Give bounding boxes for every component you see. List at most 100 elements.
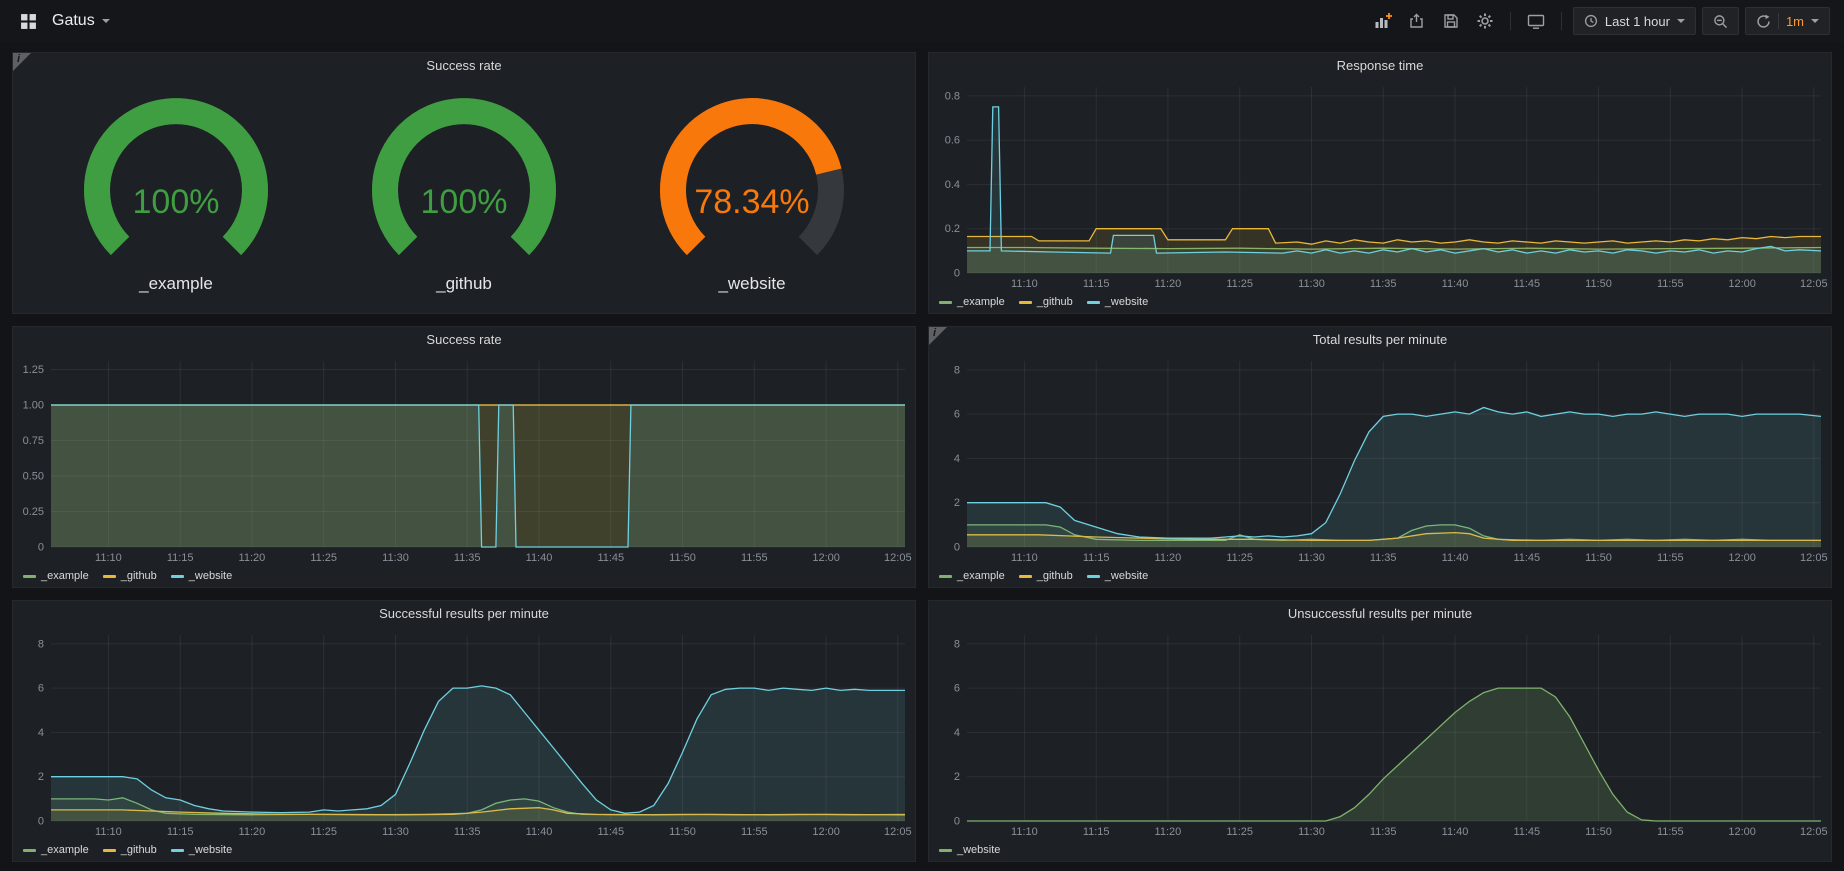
panel-title[interactable]: Successful results per minute — [13, 601, 915, 627]
legend-series-name: _example — [957, 570, 1005, 582]
svg-text:0: 0 — [954, 268, 960, 280]
svg-text:12:00: 12:00 — [812, 552, 840, 564]
dashboard-grid: i Success rate 100% _example 100% _githu… — [0, 42, 1844, 871]
series-color-swatch — [1087, 301, 1100, 304]
grid-icon[interactable] — [14, 7, 42, 35]
legend-item[interactable]: _website — [1087, 296, 1148, 308]
chart-svg: 0246811:1011:1511:2011:2511:3011:3511:40… — [929, 627, 1831, 839]
legend-item[interactable]: _example — [23, 570, 89, 582]
panel-successful-results: Successful results per minute 0246811:10… — [12, 600, 916, 862]
svg-text:0: 0 — [38, 816, 44, 828]
panel-total-results: i Total results per minute 0246811:1011:… — [928, 326, 1832, 588]
panel-response-time: Response time 00.20.40.60.811:1011:1511:… — [928, 52, 1832, 314]
svg-text:11:40: 11:40 — [1442, 278, 1469, 290]
chart-area[interactable]: 00.20.40.60.811:1011:1511:2011:2511:3011… — [929, 79, 1831, 291]
svg-text:11:15: 11:15 — [1083, 278, 1110, 290]
panel-info-corner[interactable]: i — [13, 53, 31, 71]
panel-title[interactable]: Total results per minute — [929, 327, 1831, 353]
time-range-button[interactable]: Last 1 hour — [1573, 7, 1696, 35]
svg-text:2: 2 — [954, 497, 960, 509]
legend-item[interactable]: _website — [171, 844, 232, 856]
chart-area[interactable]: 00.250.500.751.001.2511:1011:1511:2011:2… — [13, 353, 915, 565]
chart-svg: 0246811:1011:1511:2011:2511:3011:3511:40… — [13, 627, 915, 839]
series-color-swatch — [939, 849, 952, 852]
svg-text:11:10: 11:10 — [1011, 552, 1038, 564]
clock-icon — [1584, 14, 1598, 28]
gear-icon — [1477, 13, 1493, 29]
panel-info-corner[interactable]: i — [929, 327, 947, 345]
legend-series-name: _github — [1037, 296, 1073, 308]
search-minus-icon — [1713, 14, 1728, 29]
legend-item[interactable]: _website — [939, 844, 1000, 856]
svg-text:100%: 100% — [133, 183, 220, 221]
panel-title[interactable]: Unsuccessful results per minute — [929, 601, 1831, 627]
settings-button[interactable] — [1471, 7, 1499, 35]
svg-text:11:45: 11:45 — [1513, 826, 1540, 838]
panel-title[interactable]: Success rate — [13, 53, 915, 79]
svg-text:2: 2 — [38, 771, 44, 783]
series-color-swatch — [1087, 575, 1100, 578]
svg-text:12:00: 12:00 — [1728, 552, 1756, 564]
legend-item[interactable]: _website — [171, 570, 232, 582]
svg-text:12:05: 12:05 — [884, 552, 912, 564]
svg-text:11:40: 11:40 — [526, 826, 553, 838]
navbar-divider — [1510, 12, 1511, 30]
panel-title[interactable]: Response time — [929, 53, 1831, 79]
svg-text:11:50: 11:50 — [1585, 552, 1612, 564]
chart-svg: 0246811:1011:1511:2011:2511:3011:3511:40… — [929, 353, 1831, 565]
legend-item[interactable]: _website — [1087, 570, 1148, 582]
svg-text:6: 6 — [954, 683, 960, 695]
legend-item[interactable]: _example — [939, 296, 1005, 308]
chart-legend: _example _github _website — [13, 839, 915, 861]
svg-text:11:15: 11:15 — [1083, 552, 1110, 564]
chart-area[interactable]: 0246811:1011:1511:2011:2511:3011:3511:40… — [929, 353, 1831, 565]
svg-text:11:55: 11:55 — [1657, 278, 1684, 290]
svg-text:11:20: 11:20 — [239, 552, 266, 564]
svg-text:0: 0 — [954, 542, 960, 554]
save-button[interactable] — [1437, 7, 1465, 35]
svg-text:11:25: 11:25 — [1226, 552, 1253, 564]
legend-item[interactable]: _github — [1019, 296, 1073, 308]
gauges-container: 100% _example 100% _github 78.34% _websi… — [13, 79, 915, 313]
legend-series-name: _example — [41, 570, 89, 582]
svg-text:11:55: 11:55 — [741, 826, 768, 838]
gauge-example: 100% _example — [51, 94, 301, 294]
gauge-arc-holder: 100% — [51, 94, 301, 272]
zoom-out-button[interactable] — [1702, 7, 1739, 35]
svg-text:1.00: 1.00 — [23, 400, 44, 412]
time-range-label: Last 1 hour — [1605, 14, 1670, 29]
svg-text:11:40: 11:40 — [526, 552, 553, 564]
chart-area[interactable]: 0246811:1011:1511:2011:2511:3011:3511:40… — [929, 627, 1831, 839]
svg-text:12:05: 12:05 — [1800, 278, 1828, 290]
chart-area[interactable]: 0246811:1011:1511:2011:2511:3011:3511:40… — [13, 627, 915, 839]
svg-text:11:25: 11:25 — [1226, 826, 1253, 838]
refresh-button[interactable]: 1m — [1745, 7, 1830, 35]
svg-text:11:50: 11:50 — [1585, 826, 1612, 838]
add-panel-button[interactable] — [1369, 7, 1397, 35]
legend-item[interactable]: _github — [103, 570, 157, 582]
series-color-swatch — [171, 575, 184, 578]
tv-mode-button[interactable] — [1522, 7, 1550, 35]
panel-title[interactable]: Success rate — [13, 327, 915, 353]
legend-item[interactable]: _example — [939, 570, 1005, 582]
series-color-swatch — [171, 849, 184, 852]
svg-text:11:20: 11:20 — [1155, 552, 1182, 564]
gauge-arc: 78.34% — [627, 94, 877, 272]
legend-series-name: _website — [1105, 296, 1148, 308]
series-color-swatch — [103, 575, 116, 578]
svg-text:100%: 100% — [421, 183, 508, 221]
legend-item[interactable]: _github — [1019, 570, 1073, 582]
svg-text:11:15: 11:15 — [1083, 826, 1110, 838]
svg-text:11:55: 11:55 — [1657, 826, 1684, 838]
svg-text:11:35: 11:35 — [454, 826, 481, 838]
legend-item[interactable]: _github — [103, 844, 157, 856]
series-color-swatch — [23, 849, 36, 852]
chart-legend: _example _github _website — [929, 565, 1831, 587]
svg-text:11:45: 11:45 — [1513, 278, 1540, 290]
series-color-swatch — [103, 849, 116, 852]
share-button[interactable] — [1403, 7, 1431, 35]
series-color-swatch — [1019, 575, 1032, 578]
legend-item[interactable]: _example — [23, 844, 89, 856]
gauge-label: _website — [718, 274, 785, 294]
dashboard-title-button[interactable]: Gatus — [52, 12, 110, 30]
